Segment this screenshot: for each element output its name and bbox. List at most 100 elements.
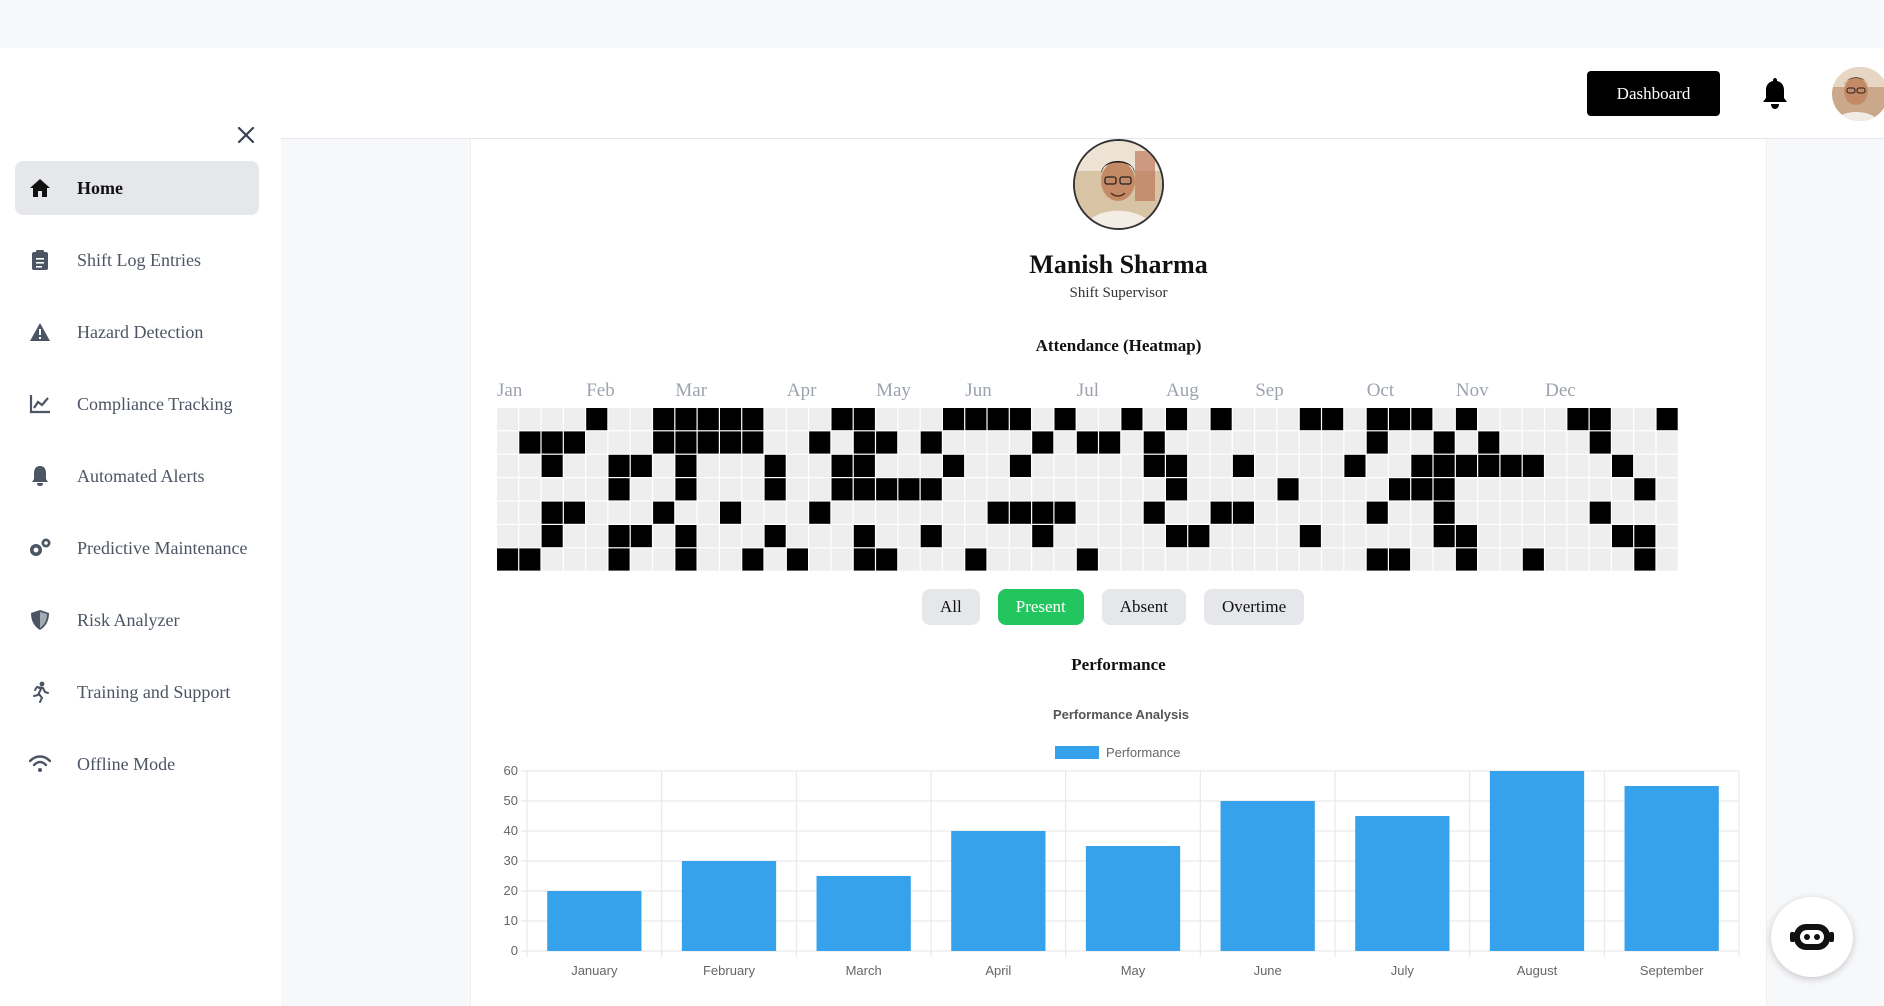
heatmap-cell[interactable]: [1589, 454, 1611, 477]
heatmap-cell[interactable]: [1188, 454, 1210, 477]
heatmap-cell[interactable]: [1032, 501, 1054, 524]
heatmap-cell[interactable]: [943, 454, 965, 477]
heatmap-cell[interactable]: [541, 408, 563, 431]
heatmap-cell[interactable]: [1009, 478, 1031, 501]
heatmap-cell[interactable]: [563, 525, 585, 548]
heatmap-cell[interactable]: [630, 408, 652, 431]
heatmap-cell[interactable]: [1366, 431, 1388, 454]
heatmap-cell[interactable]: [1500, 525, 1522, 548]
heatmap-cell[interactable]: [1299, 431, 1321, 454]
heatmap-cell[interactable]: [1188, 478, 1210, 501]
heatmap-cell[interactable]: [987, 548, 1009, 571]
heatmap-cell[interactable]: [1210, 548, 1232, 571]
heatmap-cell[interactable]: [1478, 525, 1500, 548]
heatmap-cell[interactable]: [1634, 431, 1656, 454]
heatmap-cell[interactable]: [1634, 525, 1656, 548]
heatmap-cell[interactable]: [1589, 408, 1611, 431]
heatmap-cell[interactable]: [1076, 501, 1098, 524]
heatmap-cell[interactable]: [653, 525, 675, 548]
heatmap-cell[interactable]: [541, 525, 563, 548]
heatmap-cell[interactable]: [987, 431, 1009, 454]
heatmap-cell[interactable]: [497, 408, 519, 431]
heatmap-cell[interactable]: [630, 454, 652, 477]
heatmap-cell[interactable]: [497, 478, 519, 501]
heatmap-cell[interactable]: [742, 431, 764, 454]
heatmap-cell[interactable]: [987, 408, 1009, 431]
heatmap-cell[interactable]: [1166, 478, 1188, 501]
heatmap-cell[interactable]: [943, 501, 965, 524]
close-sidebar-button[interactable]: [230, 119, 262, 151]
heatmap-cell[interactable]: [541, 431, 563, 454]
heatmap-cell[interactable]: [519, 478, 541, 501]
heatmap-cell[interactable]: [630, 525, 652, 548]
heatmap-cell[interactable]: [519, 454, 541, 477]
heatmap-cell[interactable]: [1500, 501, 1522, 524]
notifications-button[interactable]: [1760, 76, 1790, 110]
heatmap-cell[interactable]: [1121, 548, 1143, 571]
heatmap-cell[interactable]: [697, 454, 719, 477]
heatmap-cell[interactable]: [697, 408, 719, 431]
heatmap-cell[interactable]: [1099, 454, 1121, 477]
heatmap-cell[interactable]: [1322, 525, 1344, 548]
heatmap-cell[interactable]: [1099, 478, 1121, 501]
heatmap-cell[interactable]: [1277, 548, 1299, 571]
heatmap-cell[interactable]: [563, 548, 585, 571]
heatmap-cell[interactable]: [1255, 548, 1277, 571]
heatmap-cell[interactable]: [1455, 478, 1477, 501]
heatmap-cell[interactable]: [1478, 431, 1500, 454]
heatmap-cell[interactable]: [1166, 454, 1188, 477]
heatmap-cell[interactable]: [653, 454, 675, 477]
heatmap-cell[interactable]: [1166, 548, 1188, 571]
heatmap-cell[interactable]: [1366, 525, 1388, 548]
heatmap-cell[interactable]: [1054, 548, 1076, 571]
heatmap-cell[interactable]: [1032, 548, 1054, 571]
heatmap-cell[interactable]: [898, 478, 920, 501]
heatmap-cell[interactable]: [586, 408, 608, 431]
heatmap-cell[interactable]: [898, 501, 920, 524]
heatmap-cell[interactable]: [1612, 478, 1634, 501]
heatmap-cell[interactable]: [563, 478, 585, 501]
sidebar-item-risk-analyzer[interactable]: Risk Analyzer: [15, 593, 259, 647]
heatmap-cell[interactable]: [1344, 408, 1366, 431]
heatmap-cell[interactable]: [1567, 501, 1589, 524]
heatmap-cell[interactable]: [519, 525, 541, 548]
heatmap-cell[interactable]: [920, 501, 942, 524]
heatmap-cell[interactable]: [1076, 525, 1098, 548]
heatmap-cell[interactable]: [1076, 548, 1098, 571]
heatmap-cell[interactable]: [1389, 548, 1411, 571]
heatmap-cell[interactable]: [1099, 548, 1121, 571]
heatmap-cell[interactable]: [853, 478, 875, 501]
heatmap-cell[interactable]: [675, 478, 697, 501]
heatmap-cell[interactable]: [1322, 501, 1344, 524]
heatmap-cell[interactable]: [697, 525, 719, 548]
heatmap-cell[interactable]: [653, 431, 675, 454]
heatmap-cell[interactable]: [898, 408, 920, 431]
heatmap-cell[interactable]: [965, 431, 987, 454]
heatmap-cell[interactable]: [1545, 454, 1567, 477]
heatmap-cell[interactable]: [1210, 501, 1232, 524]
heatmap-cell[interactable]: [742, 525, 764, 548]
heatmap-cell[interactable]: [943, 525, 965, 548]
heatmap-cell[interactable]: [720, 501, 742, 524]
filter-overtime-button[interactable]: Overtime: [1203, 589, 1305, 625]
heatmap-cell[interactable]: [1567, 454, 1589, 477]
heatmap-cell[interactable]: [608, 478, 630, 501]
heatmap-cell[interactable]: [853, 525, 875, 548]
heatmap-cell[interactable]: [1143, 478, 1165, 501]
heatmap-cell[interactable]: [1389, 501, 1411, 524]
heatmap-cell[interactable]: [1589, 548, 1611, 571]
heatmap-cell[interactable]: [1255, 431, 1277, 454]
sidebar-item-compliance-tracking[interactable]: Compliance Tracking: [15, 377, 259, 431]
heatmap-cell[interactable]: [1612, 548, 1634, 571]
heatmap-cell[interactable]: [1099, 525, 1121, 548]
heatmap-cell[interactable]: [1166, 408, 1188, 431]
heatmap-cell[interactable]: [943, 548, 965, 571]
heatmap-cell[interactable]: [1232, 431, 1254, 454]
heatmap-cell[interactable]: [943, 431, 965, 454]
heatmap-cell[interactable]: [1634, 501, 1656, 524]
heatmap-cell[interactable]: [1210, 431, 1232, 454]
heatmap-cell[interactable]: [1188, 548, 1210, 571]
heatmap-cell[interactable]: [1656, 478, 1678, 501]
heatmap-cell[interactable]: [831, 431, 853, 454]
heatmap-cell[interactable]: [586, 431, 608, 454]
